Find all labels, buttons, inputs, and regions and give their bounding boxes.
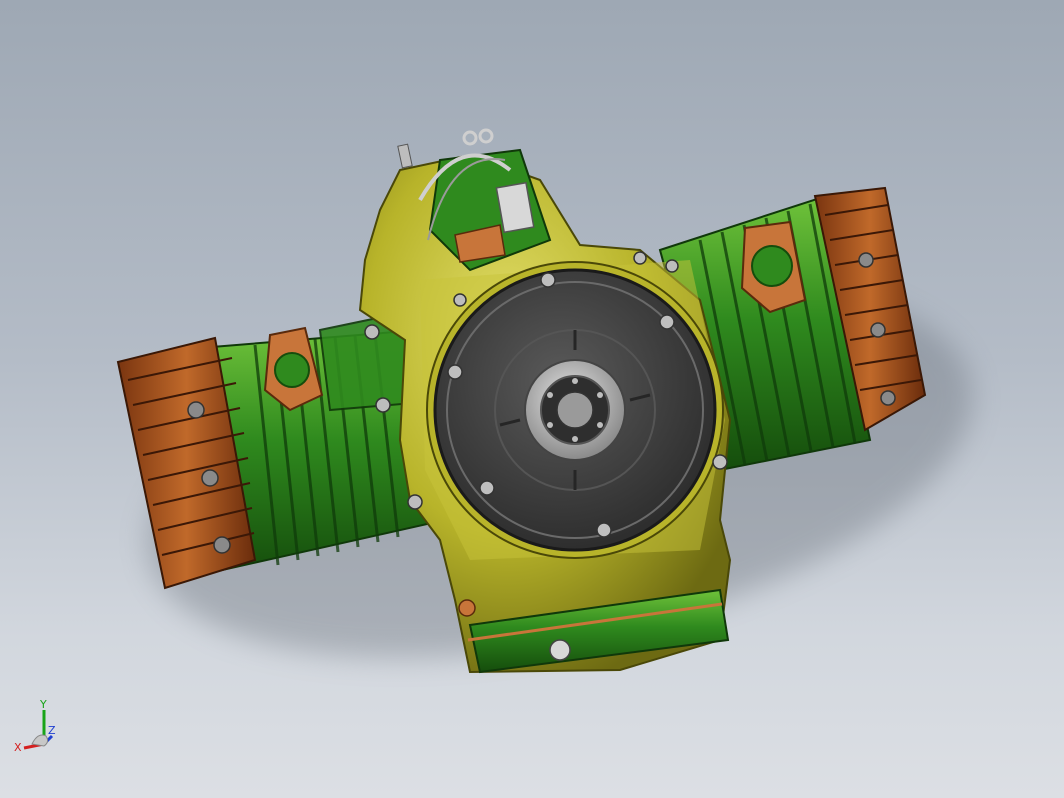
crankshaft-hub[interactable] <box>524 359 626 461</box>
engine-model-view[interactable] <box>0 0 1064 798</box>
y-axis-label: Y <box>39 698 47 711</box>
axis-triad: Y X Z <box>14 698 56 754</box>
z-axis-label: Z <box>48 724 56 737</box>
x-axis-label: X <box>14 741 22 754</box>
graphics-viewport[interactable]: Y X Z <box>0 0 1064 798</box>
